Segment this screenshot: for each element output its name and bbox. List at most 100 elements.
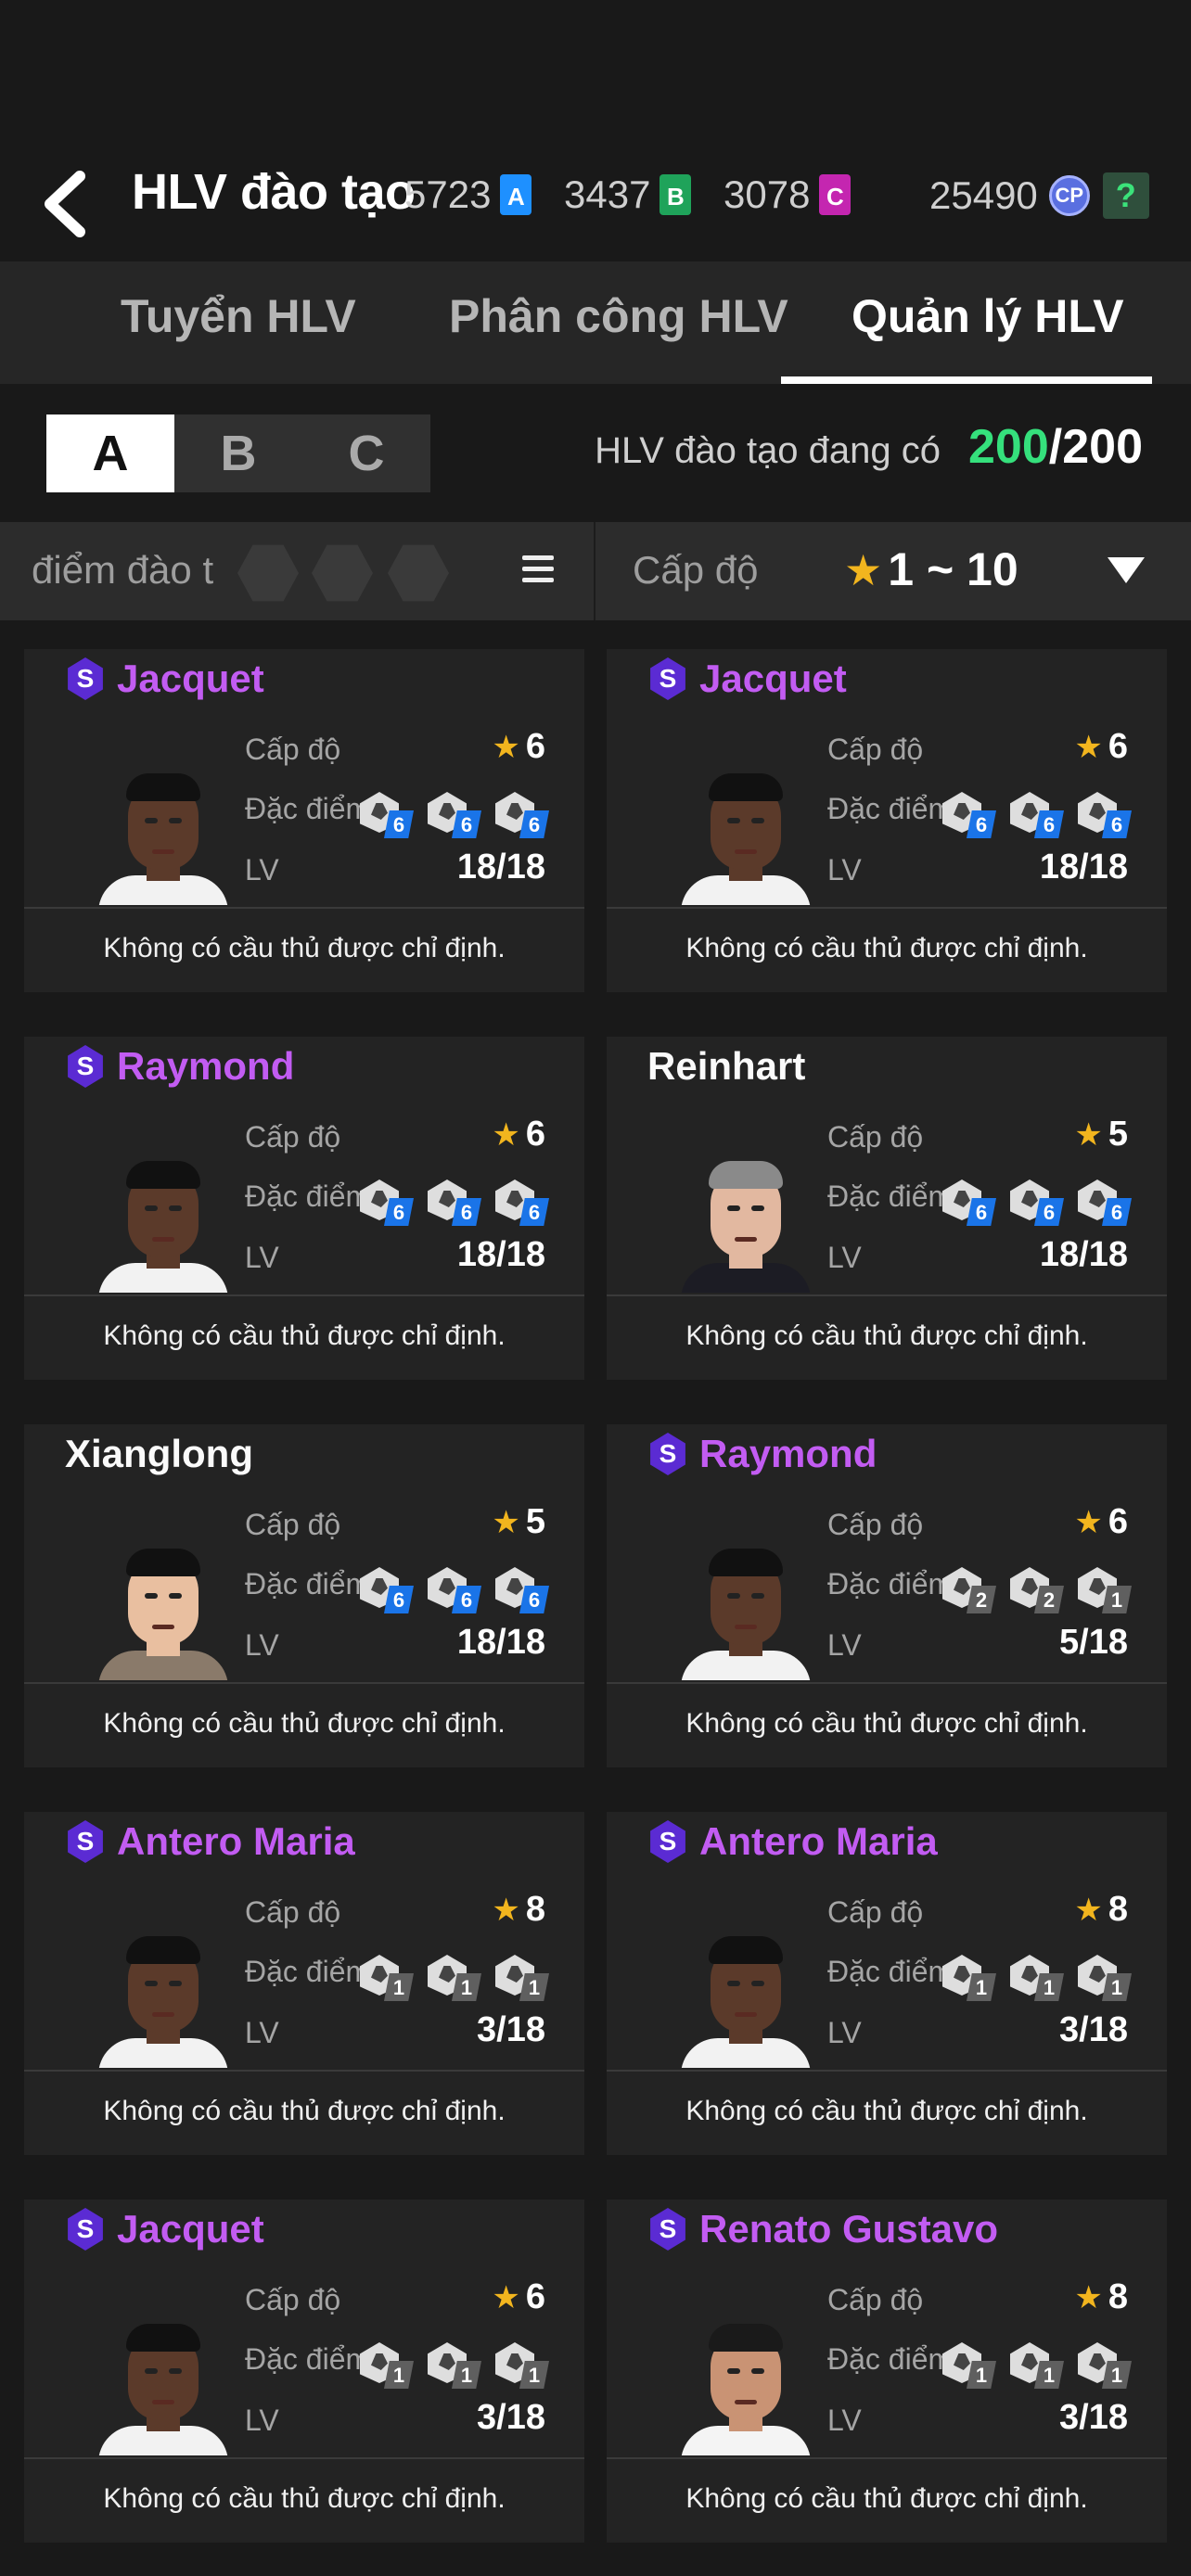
star-icon: ★ xyxy=(492,1505,520,1540)
special-grade-icon: S xyxy=(650,657,685,700)
level-range[interactable]: ★ 1 ~ 10 xyxy=(844,542,1018,596)
coach-name-text: Antero Maria xyxy=(699,1819,938,1863)
coach-card[interactable]: S Jacquet Cấp độ ★ 6 Đặc điểm 1 1 1 LV 3… xyxy=(24,2200,584,2543)
dropdown-arrow-icon[interactable] xyxy=(1108,557,1145,583)
trait-badge-icon: 6 xyxy=(493,1176,549,1228)
coach-card[interactable]: S Raymond Cấp độ ★ 6 Đặc điểm 6 6 6 LV 1… xyxy=(24,1037,584,1380)
tab-recruit-coach[interactable]: Tuyển HLV xyxy=(121,289,356,343)
portrait-hair xyxy=(709,773,783,801)
special-grade-icon: S xyxy=(68,1045,103,1088)
coach-card[interactable]: S Jacquet Cấp độ ★ 6 Đặc điểm 6 6 6 LV 1… xyxy=(607,649,1167,992)
lv-label: LV xyxy=(245,2016,279,2049)
trait-badges: 6 6 6 xyxy=(941,788,1132,840)
trait-badges: 1 1 1 xyxy=(941,2339,1132,2391)
traits-label: Đặc điểm xyxy=(245,792,371,825)
level-label: Cấp độ xyxy=(245,1508,341,1541)
coach-name: S Antero Maria xyxy=(647,1819,938,1864)
traits-label: Đặc điểm xyxy=(827,1955,954,1988)
coach-lv-value: 5/18 xyxy=(1059,1623,1128,1662)
coach-name-text: Jacquet xyxy=(117,657,264,700)
tab-manage-coach[interactable]: Quản lý HLV xyxy=(852,289,1124,343)
assignment-note: Không có cầu thủ được chỉ định. xyxy=(685,933,1088,963)
trait-badge-icon: 6 xyxy=(358,1176,414,1228)
help-button[interactable]: ? xyxy=(1102,172,1149,219)
trait-badge-icon: 6 xyxy=(426,1176,481,1228)
lv-label: LV xyxy=(245,1241,279,1274)
segment-b[interactable]: B xyxy=(174,414,302,492)
coach-stars-value: 6 xyxy=(525,1115,545,1154)
trait-badges: 6 6 6 xyxy=(358,1176,549,1228)
coach-stars: ★ 8 xyxy=(492,1890,545,1930)
coach-name: S Raymond xyxy=(65,1044,294,1089)
lv-label: LV xyxy=(245,1628,279,1662)
coach-card[interactable]: S Antero Maria Cấp độ ★ 8 Đặc điểm 1 1 1… xyxy=(607,1812,1167,2155)
trait-badges: 1 1 1 xyxy=(358,2339,549,2391)
coach-stars: ★ 5 xyxy=(492,1502,545,1542)
portrait-hair xyxy=(709,1549,783,1576)
coach-stars-value: 6 xyxy=(525,727,545,766)
portrait-mouth xyxy=(152,2400,174,2404)
coach-name-text: Antero Maria xyxy=(117,1819,355,1863)
trait-badge-icon: 1 xyxy=(1076,1951,1132,2003)
coach-stars: ★ 8 xyxy=(1074,2277,1128,2317)
filter-divider xyxy=(594,522,596,620)
coach-card[interactable]: S Jacquet Cấp độ ★ 6 Đặc điểm 6 6 6 LV 1… xyxy=(24,649,584,992)
coach-name-text: Jacquet xyxy=(699,657,847,700)
assignment-note: Không có cầu thủ được chỉ định. xyxy=(103,1708,506,1739)
portrait-eye xyxy=(727,818,740,823)
coach-card[interactable]: Reinhart Cấp độ ★ 5 Đặc điểm 6 6 6 LV 18… xyxy=(607,1037,1167,1380)
traits-label: Đặc điểm xyxy=(245,1567,371,1600)
back-arrow-icon[interactable] xyxy=(35,167,100,241)
currency-b-icon: B xyxy=(660,174,692,215)
availability-count: 200 xyxy=(968,420,1049,474)
coach-lv-value: 18/18 xyxy=(456,1623,545,1662)
portrait-hair xyxy=(126,773,200,801)
coach-card[interactable]: S Antero Maria Cấp độ ★ 8 Đặc điểm 1 1 1… xyxy=(24,1812,584,2155)
coach-stars-value: 5 xyxy=(525,1502,545,1541)
coach-card[interactable]: Xianglong Cấp độ ★ 5 Đặc điểm 6 6 6 LV 1… xyxy=(24,1424,584,1767)
points-slot-2[interactable] xyxy=(312,544,373,602)
card-divider xyxy=(607,2070,1167,2072)
sort-menu-icon[interactable] xyxy=(522,555,554,583)
lv-label: LV xyxy=(827,1628,862,1662)
segment-a[interactable]: A xyxy=(46,414,174,492)
level-label: Cấp độ xyxy=(245,1895,341,1929)
portrait-hair xyxy=(126,1161,200,1189)
lv-label: LV xyxy=(827,2016,862,2049)
coach-name: S Antero Maria xyxy=(65,1819,355,1864)
coach-card[interactable]: S Renato Gustavo Cấp độ ★ 8 Đặc điểm 1 1… xyxy=(607,2200,1167,2543)
coach-name: S Raymond xyxy=(647,1432,877,1476)
currency-a: 5723 A xyxy=(404,172,532,217)
star-icon: ★ xyxy=(492,730,520,765)
card-divider xyxy=(24,907,584,909)
points-slot-3[interactable] xyxy=(388,544,449,602)
coach-name: S Jacquet xyxy=(647,657,847,701)
portrait-hair xyxy=(709,2324,783,2352)
page-title: HLV đào tạo xyxy=(132,164,416,220)
traits-label: Đặc điểm xyxy=(827,1567,954,1600)
tab-assign-coach[interactable]: Phân công HLV xyxy=(449,289,788,343)
star-icon: ★ xyxy=(492,1893,520,1928)
special-grade-icon: S xyxy=(68,1820,103,1863)
segment-c[interactable]: C xyxy=(302,414,430,492)
trait-badges: 2 2 1 xyxy=(941,1563,1132,1615)
lv-label: LV xyxy=(827,853,862,886)
special-grade-icon: S xyxy=(68,657,103,700)
portrait-eye xyxy=(751,1205,764,1211)
coach-name-text: Raymond xyxy=(699,1432,877,1475)
lv-label: LV xyxy=(827,1241,862,1274)
card-divider xyxy=(607,1294,1167,1296)
portrait-eye xyxy=(727,1205,740,1211)
coach-portrait xyxy=(681,2324,811,2455)
points-slot-1[interactable] xyxy=(237,544,299,602)
currency-c-value: 3078 xyxy=(724,172,811,216)
active-tab-indicator xyxy=(781,376,1152,384)
trait-badge-icon: 1 xyxy=(1076,1563,1132,1615)
trait-badge-icon: 1 xyxy=(358,2339,414,2391)
coach-portrait xyxy=(681,773,811,905)
level-label: Cấp độ xyxy=(827,2283,924,2316)
trait-badges: 6 6 6 xyxy=(358,1563,549,1615)
coach-card[interactable]: S Raymond Cấp độ ★ 6 Đặc điểm 2 2 1 LV 5… xyxy=(607,1424,1167,1767)
coach-lv-value: 18/18 xyxy=(1039,848,1128,886)
lv-label: LV xyxy=(245,2404,279,2437)
